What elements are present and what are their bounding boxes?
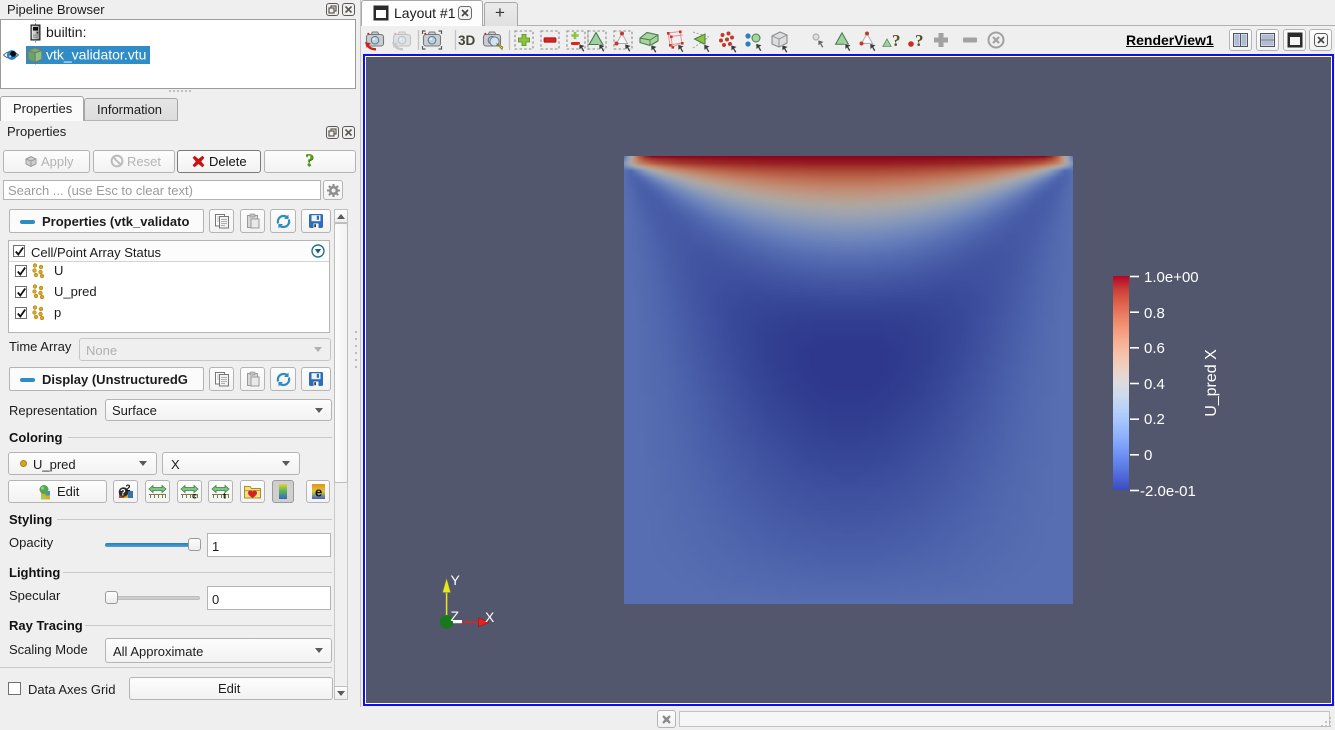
svg-text:0.2: 0.2: [1144, 411, 1165, 428]
svg-text:0: 0: [1144, 447, 1152, 464]
svg-text:3D: 3D: [458, 33, 476, 48]
svg-text:t: t: [223, 491, 226, 500]
svg-text:vtk_validator.vtu: vtk_validator.vtu: [46, 47, 146, 63]
svg-text:?: ?: [892, 31, 901, 50]
svg-text:X: X: [485, 609, 495, 625]
svg-text:0.4: 0.4: [1144, 376, 1165, 393]
svg-text:0.6: 0.6: [1144, 340, 1165, 357]
svg-text:builtin:: builtin:: [46, 24, 86, 40]
svg-text:0.8: 0.8: [1144, 305, 1165, 322]
svg-text:U_pred X: U_pred X: [1203, 349, 1220, 417]
svg-text:1.0e+00: 1.0e+00: [1144, 269, 1199, 286]
svg-text:2: 2: [126, 483, 131, 493]
svg-text:Y: Y: [451, 572, 461, 588]
svg-text:c: c: [192, 491, 197, 500]
svg-text:-2.0e-01: -2.0e-01: [1140, 483, 1196, 500]
svg-text:e: e: [315, 485, 322, 500]
svg-text:?: ?: [915, 31, 924, 50]
